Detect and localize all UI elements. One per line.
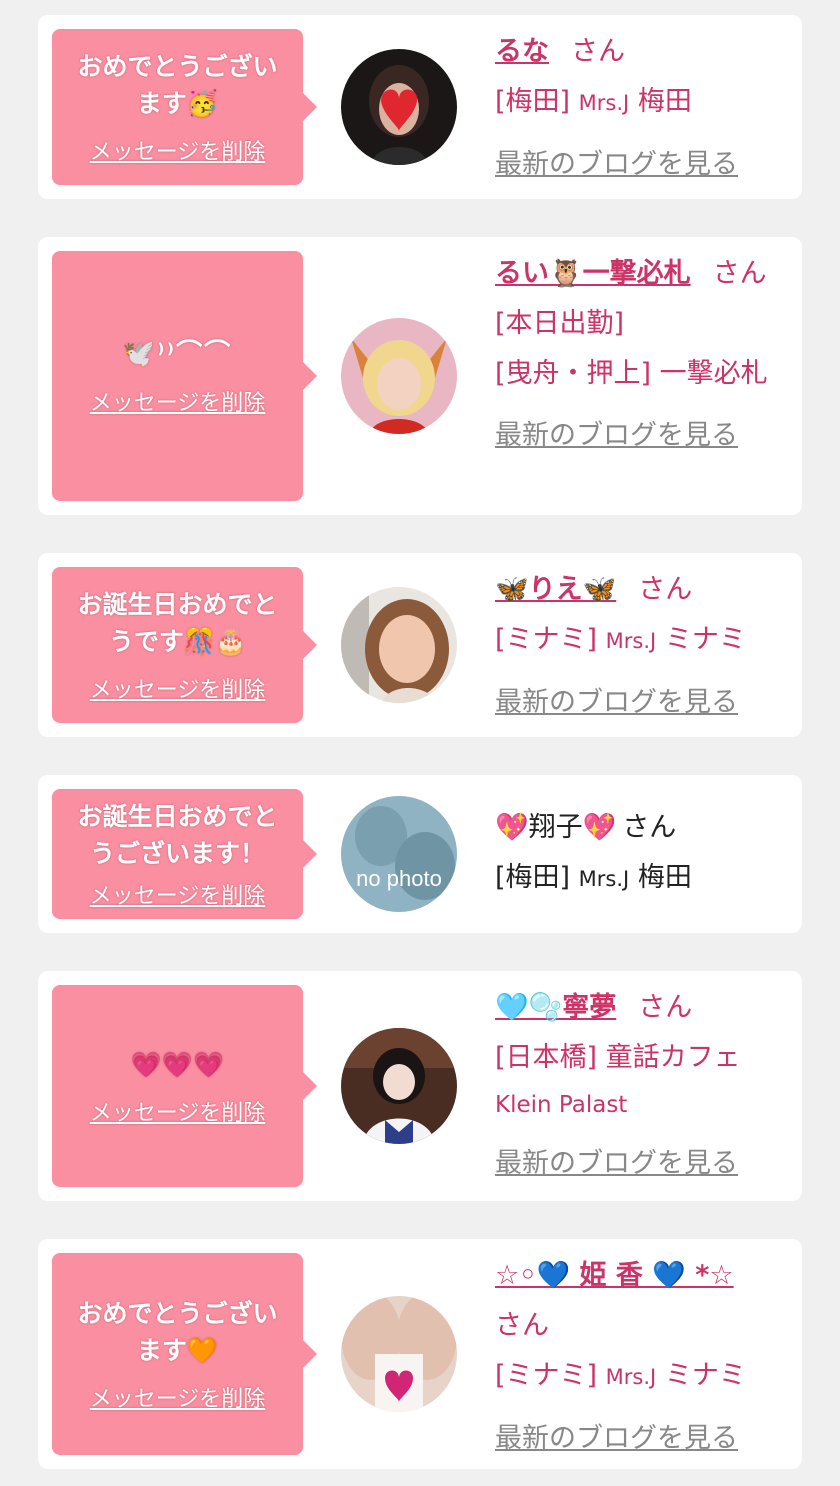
message-bubble: お誕生日おめでと うです🎊🎂 メッセージを削除	[52, 567, 317, 723]
girl-info: ☆◦💙 姫 香 💙 *☆ さん [ミナミ] Mrs.J ミナミ 最新のブログを見…	[495, 1251, 775, 1464]
area-label: [曳舟・押上]	[495, 358, 652, 389]
area-label: [日本橋]	[495, 1042, 598, 1073]
avatar[interactable]	[341, 587, 457, 703]
message-text: おめでとうござい ます🧡	[77, 1299, 278, 1365]
greeting-card: お誕生日おめでと うです🎊🎂 メッセージを削除 🦋りえ🦋 さん [ミナミ] Mrs…	[38, 553, 802, 737]
avatar[interactable]	[341, 1296, 457, 1412]
honorific: さん	[638, 992, 693, 1023]
latest-blog-link[interactable]: 最新のブログを見る	[495, 1139, 775, 1189]
girl-info: 💖翔子💖 さん [梅田] Mrs.J 梅田	[495, 803, 775, 904]
delete-message-link[interactable]: メッセージを削除	[90, 1381, 266, 1413]
avatar[interactable]	[341, 49, 457, 165]
honorific: さん	[638, 574, 693, 605]
delete-message-link[interactable]: メッセージを削除	[90, 1095, 266, 1127]
honorific: さん	[712, 258, 767, 289]
shop-name: 童話カフェ	[605, 1042, 741, 1073]
shop-name: ミナミ	[664, 1360, 746, 1391]
shop-name: 梅田	[637, 862, 692, 893]
girl-name-link[interactable]: 🦋りえ🦋	[495, 574, 616, 605]
no-photo-label: no photo	[356, 866, 442, 891]
message-text: 💗💗💗	[130, 1049, 225, 1079]
girl-info: るい🦉一撃必札 さん [本日出勤] [曳舟・押上] 一撃必札 最新のブログを見る	[495, 249, 785, 461]
area-label: [ミナミ]	[495, 1360, 598, 1391]
honorific: さん	[622, 812, 677, 843]
shop-small: Mrs.J	[578, 91, 630, 115]
shop-small: Mrs.J	[605, 1365, 657, 1389]
latest-blog-link[interactable]: 最新のブログを見る	[495, 1414, 775, 1464]
avatar[interactable]: no photo	[341, 796, 457, 912]
shop-name: 一撃必札	[659, 358, 768, 389]
message-bubble: 💗💗💗 メッセージを削除	[52, 985, 317, 1187]
girl-name-link[interactable]: ☆◦💙 姫 香 💙 *☆	[495, 1260, 734, 1291]
delete-message-link[interactable]: メッセージを削除	[90, 385, 266, 417]
greeting-card: 🕊️⁾⁾⌒⌒ メッセージを削除 るい🦉一撃必札 さん [本日出勤] [曳舟・押上] …	[38, 237, 802, 515]
greeting-card: お誕生日おめでと うございます！ メッセージを削除 no photo 💖翔子💖 さ…	[38, 775, 802, 933]
shop-name: 梅田	[637, 86, 692, 117]
shop-small: Mrs.J	[578, 867, 630, 891]
girl-info: 🩵🫧寧夢 さん [日本橋] 童話カフェ Klein Palast 最新のブログを見…	[495, 983, 775, 1189]
message-bubble: お誕生日おめでと うございます！ メッセージを削除	[52, 789, 317, 919]
girl-name-link[interactable]: るい🦉一撃必札	[495, 258, 691, 289]
girl-name: 💖翔子💖	[495, 812, 617, 843]
shop-subname: Klein Palast	[495, 1092, 628, 1118]
girl-name-link[interactable]: 🩵🫧寧夢	[495, 992, 616, 1023]
delete-message-link[interactable]: メッセージを削除	[90, 878, 266, 910]
girl-info: るな さん [梅田] Mrs.J 梅田 最新のブログを見る	[495, 27, 775, 190]
message-text: お誕生日おめでと うございます！	[77, 802, 278, 868]
area-label: [梅田]	[495, 86, 571, 117]
area-label: [梅田]	[495, 862, 571, 893]
avatar[interactable]	[341, 1028, 457, 1144]
work-status: [本日出勤]	[495, 308, 625, 339]
greeting-card: 💗💗💗 メッセージを削除 🩵🫧寧夢 さん [日本橋] 童話カフェ Klein Pa…	[38, 971, 802, 1201]
girl-name-link[interactable]: るな	[495, 36, 549, 67]
greeting-card: おめでとうござい ます🥳 メッセージを削除 るな さん [梅田] Mrs.J 梅田…	[38, 15, 802, 199]
avatar[interactable]	[341, 318, 457, 434]
message-text: おめでとうござい ます🥳	[77, 52, 278, 118]
area-label: [ミナミ]	[495, 624, 598, 655]
shop-name: ミナミ	[664, 624, 746, 655]
message-bubble: おめでとうござい ます🧡 メッセージを削除	[52, 1253, 317, 1455]
delete-message-link[interactable]: メッセージを削除	[90, 134, 266, 166]
latest-blog-link[interactable]: 最新のブログを見る	[495, 140, 775, 190]
latest-blog-link[interactable]: 最新のブログを見る	[495, 678, 775, 728]
girl-info: 🦋りえ🦋 さん [ミナミ] Mrs.J ミナミ 最新のブログを見る	[495, 565, 775, 728]
latest-blog-link[interactable]: 最新のブログを見る	[495, 411, 785, 461]
greeting-card: おめでとうござい ます🧡 メッセージを削除 ☆◦💙 姫 香 💙 *☆ さん [ミ…	[38, 1239, 802, 1469]
honorific: さん	[495, 1310, 549, 1341]
message-text: お誕生日おめでと うです🎊🎂	[77, 590, 278, 656]
message-bubble: おめでとうござい ます🥳 メッセージを削除	[52, 29, 317, 185]
shop-small: Mrs.J	[605, 629, 657, 653]
message-bubble: 🕊️⁾⁾⌒⌒ メッセージを削除	[52, 251, 317, 501]
delete-message-link[interactable]: メッセージを削除	[90, 672, 266, 704]
honorific: さん	[571, 36, 625, 67]
message-text: 🕊️⁾⁾⌒⌒	[122, 338, 233, 369]
